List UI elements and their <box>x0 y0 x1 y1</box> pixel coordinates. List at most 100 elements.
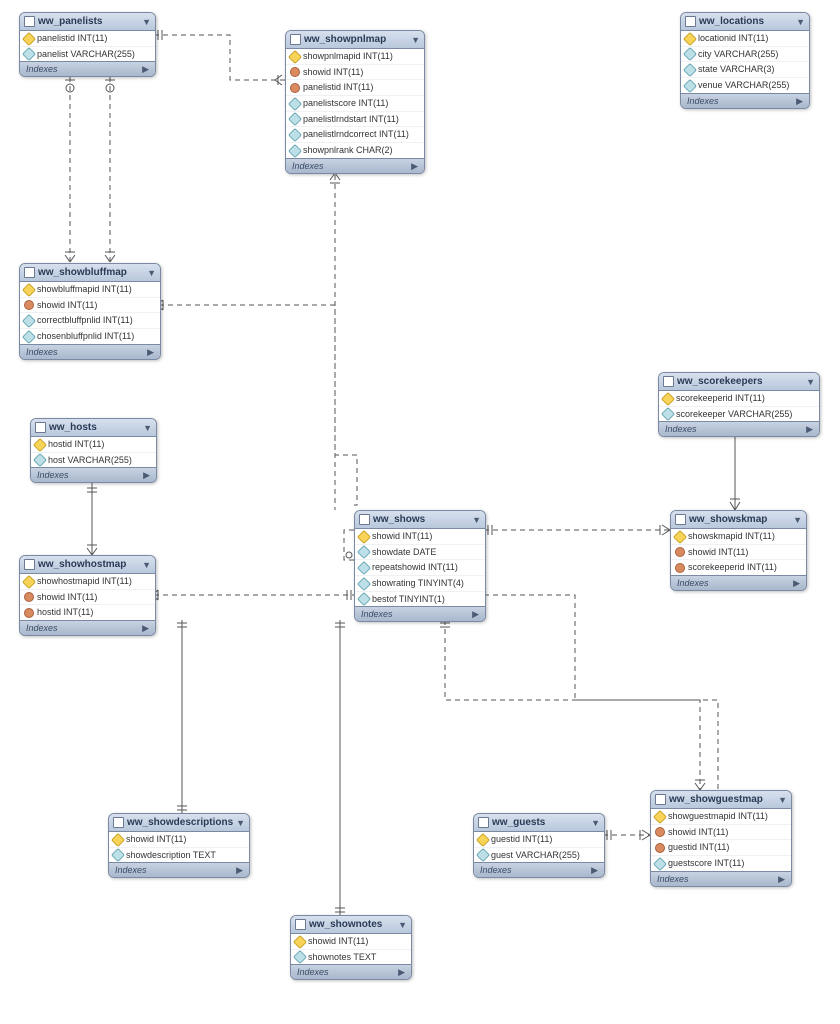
column-row[interactable]: hostid INT(11) <box>20 604 155 620</box>
table-shows[interactable]: ww_shows▼showid INT(11)showdate DATErepe… <box>354 510 486 622</box>
table-header[interactable]: ww_showguestmap▼ <box>651 791 791 809</box>
expand-arrow-icon[interactable]: ▶ <box>142 64 149 75</box>
indexes-footer[interactable]: Indexes▶ <box>355 606 485 621</box>
table-header[interactable]: ww_shownotes▼ <box>291 916 411 934</box>
column-row[interactable]: guestid INT(11) <box>651 839 791 855</box>
column-row[interactable]: repeatshowid INT(11) <box>355 559 485 575</box>
column-row[interactable]: guest VARCHAR(255) <box>474 847 604 863</box>
column-row[interactable]: showpnlrank CHAR(2) <box>286 142 424 158</box>
collapse-caret-icon[interactable]: ▼ <box>796 17 805 27</box>
indexes-footer[interactable]: Indexes▶ <box>681 93 809 108</box>
table-showpnlmap[interactable]: ww_showpnlmap▼showpnlmapid INT(11)showid… <box>285 30 425 174</box>
expand-arrow-icon[interactable]: ▶ <box>142 623 149 634</box>
table-locations[interactable]: ww_locations▼locationid INT(11)city VARC… <box>680 12 810 109</box>
table-header[interactable]: ww_showskmap▼ <box>671 511 806 529</box>
table-showbluffmap[interactable]: ww_showbluffmap▼showbluffmapid INT(11)sh… <box>19 263 161 360</box>
indexes-footer[interactable]: Indexes▶ <box>291 964 411 979</box>
column-row[interactable]: showguestmapid INT(11) <box>651 809 791 824</box>
collapse-caret-icon[interactable]: ▼ <box>147 268 156 278</box>
column-row[interactable]: showdescription TEXT <box>109 847 249 863</box>
column-row[interactable]: guestid INT(11) <box>474 832 604 847</box>
collapse-caret-icon[interactable]: ▼ <box>142 17 151 27</box>
indexes-footer[interactable]: Indexes▶ <box>474 862 604 877</box>
column-row[interactable]: hostid INT(11) <box>31 437 156 452</box>
table-header[interactable]: ww_showbluffmap▼ <box>20 264 160 282</box>
collapse-caret-icon[interactable]: ▼ <box>806 377 815 387</box>
indexes-footer[interactable]: Indexes▶ <box>20 344 160 359</box>
collapse-caret-icon[interactable]: ▼ <box>398 920 407 930</box>
table-guests[interactable]: ww_guests▼guestid INT(11)guest VARCHAR(2… <box>473 813 605 878</box>
column-row[interactable]: guestscore INT(11) <box>651 855 791 871</box>
table-header[interactable]: ww_locations▼ <box>681 13 809 31</box>
table-panelists[interactable]: ww_panelists▼panelistid INT(11)panelist … <box>19 12 156 77</box>
indexes-footer[interactable]: Indexes▶ <box>109 862 249 877</box>
column-row[interactable]: panelistscore INT(11) <box>286 95 424 111</box>
column-row[interactable]: showid INT(11) <box>671 544 806 560</box>
collapse-caret-icon[interactable]: ▼ <box>411 35 420 45</box>
collapse-caret-icon[interactable]: ▼ <box>793 515 802 525</box>
column-row[interactable]: city VARCHAR(255) <box>681 46 809 62</box>
indexes-footer[interactable]: Indexes▶ <box>20 620 155 635</box>
column-row[interactable]: panelist VARCHAR(255) <box>20 46 155 62</box>
expand-arrow-icon[interactable]: ▶ <box>143 470 150 481</box>
column-row[interactable]: correctbluffpnlid INT(11) <box>20 312 160 328</box>
column-row[interactable]: showdate DATE <box>355 544 485 560</box>
column-row[interactable]: panelistlrndstart INT(11) <box>286 111 424 127</box>
table-scorekeepers[interactable]: ww_scorekeepers▼scorekeeperid INT(11)sco… <box>658 372 820 437</box>
indexes-footer[interactable]: Indexes▶ <box>651 871 791 886</box>
table-header[interactable]: ww_showhostmap▼ <box>20 556 155 574</box>
table-header[interactable]: ww_hosts▼ <box>31 419 156 437</box>
collapse-caret-icon[interactable]: ▼ <box>142 560 151 570</box>
column-row[interactable]: showskmapid INT(11) <box>671 529 806 544</box>
indexes-footer[interactable]: Indexes▶ <box>671 575 806 590</box>
table-header[interactable]: ww_panelists▼ <box>20 13 155 31</box>
expand-arrow-icon[interactable]: ▶ <box>806 424 813 435</box>
column-row[interactable]: showid INT(11) <box>20 589 155 605</box>
collapse-caret-icon[interactable]: ▼ <box>472 515 481 525</box>
table-header[interactable]: ww_scorekeepers▼ <box>659 373 819 391</box>
collapse-caret-icon[interactable]: ▼ <box>591 818 600 828</box>
indexes-footer[interactable]: Indexes▶ <box>659 421 819 436</box>
table-hosts[interactable]: ww_hosts▼hostid INT(11)host VARCHAR(255)… <box>30 418 157 483</box>
table-showskmap[interactable]: ww_showskmap▼showskmapid INT(11)showid I… <box>670 510 807 591</box>
column-row[interactable]: showid INT(11) <box>291 934 411 949</box>
column-row[interactable]: showbluffmapid INT(11) <box>20 282 160 297</box>
column-row[interactable]: showid INT(11) <box>355 529 485 544</box>
column-row[interactable]: host VARCHAR(255) <box>31 452 156 468</box>
collapse-caret-icon[interactable]: ▼ <box>143 423 152 433</box>
column-row[interactable]: showid INT(11) <box>286 64 424 80</box>
column-row[interactable]: scorekeeper VARCHAR(255) <box>659 406 819 422</box>
column-row[interactable]: scorekeeperid INT(11) <box>659 391 819 406</box>
table-showhostmap[interactable]: ww_showhostmap▼showhostmapid INT(11)show… <box>19 555 156 636</box>
table-header[interactable]: ww_showpnlmap▼ <box>286 31 424 49</box>
column-row[interactable]: state VARCHAR(3) <box>681 61 809 77</box>
column-row[interactable]: showid INT(11) <box>20 297 160 313</box>
expand-arrow-icon[interactable]: ▶ <box>236 865 243 876</box>
column-row[interactable]: chosenbluffpnlid INT(11) <box>20 328 160 344</box>
table-header[interactable]: ww_guests▼ <box>474 814 604 832</box>
indexes-footer[interactable]: Indexes▶ <box>286 158 424 173</box>
column-row[interactable]: panelistid INT(11) <box>20 31 155 46</box>
expand-arrow-icon[interactable]: ▶ <box>793 578 800 589</box>
column-row[interactable]: shownotes TEXT <box>291 949 411 965</box>
table-header[interactable]: ww_shows▼ <box>355 511 485 529</box>
table-showdescriptions[interactable]: ww_showdescriptions▼showid INT(11)showde… <box>108 813 250 878</box>
expand-arrow-icon[interactable]: ▶ <box>778 874 785 885</box>
indexes-footer[interactable]: Indexes▶ <box>31 467 156 482</box>
indexes-footer[interactable]: Indexes▶ <box>20 61 155 76</box>
expand-arrow-icon[interactable]: ▶ <box>472 609 479 620</box>
table-shownotes[interactable]: ww_shownotes▼showid INT(11)shownotes TEX… <box>290 915 412 980</box>
column-row[interactable]: showhostmapid INT(11) <box>20 574 155 589</box>
column-row[interactable]: showid INT(11) <box>651 824 791 840</box>
column-row[interactable]: scorekeeperid INT(11) <box>671 559 806 575</box>
expand-arrow-icon[interactable]: ▶ <box>147 347 154 358</box>
expand-arrow-icon[interactable]: ▶ <box>796 96 803 107</box>
column-row[interactable]: showpnlmapid INT(11) <box>286 49 424 64</box>
expand-arrow-icon[interactable]: ▶ <box>398 967 405 978</box>
column-row[interactable]: showrating TINYINT(4) <box>355 575 485 591</box>
collapse-caret-icon[interactable]: ▼ <box>236 818 245 828</box>
table-header[interactable]: ww_showdescriptions▼ <box>109 814 249 832</box>
column-row[interactable]: locationid INT(11) <box>681 31 809 46</box>
table-showguestmap[interactable]: ww_showguestmap▼showguestmapid INT(11)sh… <box>650 790 792 887</box>
collapse-caret-icon[interactable]: ▼ <box>778 795 787 805</box>
